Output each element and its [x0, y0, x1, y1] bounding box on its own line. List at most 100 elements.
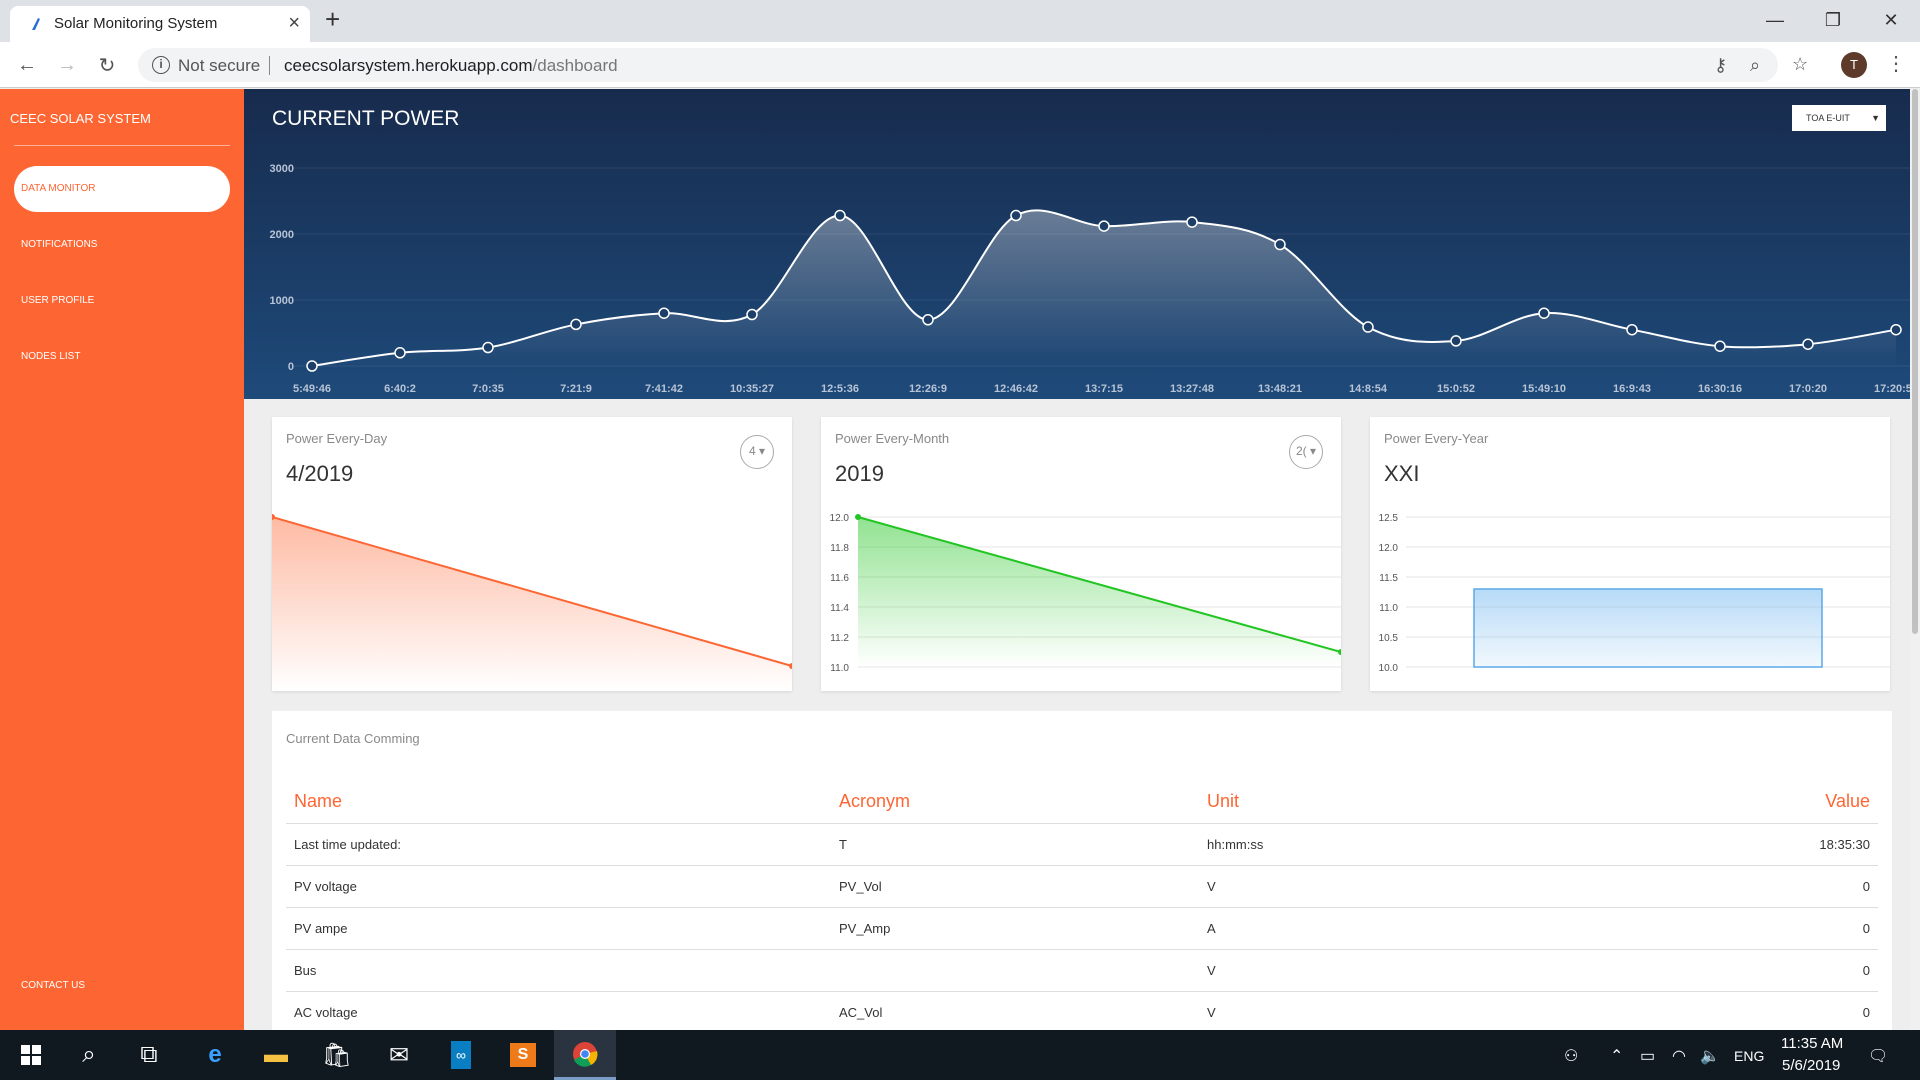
- minimize-icon[interactable]: —: [1746, 0, 1804, 40]
- y-tick-label: 1000: [270, 295, 294, 307]
- table-header-row: Name Acronym Unit Value: [286, 781, 1878, 824]
- select-value: TOA E-UIT: [1806, 113, 1850, 123]
- arduino-icon[interactable]: ∞: [430, 1030, 492, 1080]
- close-window-icon[interactable]: ✕: [1862, 0, 1920, 40]
- menu-dots-icon[interactable]: ⋮: [1886, 51, 1906, 76]
- month-picker-button[interactable]: 2( ▾: [1289, 435, 1323, 469]
- edge-browser-icon[interactable]: e: [184, 1030, 246, 1080]
- day-picker-button[interactable]: 4 ▾: [740, 435, 774, 469]
- bookmark-star-icon[interactable]: ☆: [1792, 54, 1808, 75]
- column-header-unit: Unit: [1199, 781, 1567, 824]
- table-row: AC voltage AC_Vol V 0: [286, 991, 1878, 1034]
- new-tab-icon[interactable]: +: [325, 4, 340, 35]
- browser-tab[interactable]: Solar Monitoring System ×: [10, 6, 310, 42]
- favicon-icon: [32, 18, 40, 30]
- scrollbar-thumb[interactable]: [1912, 89, 1918, 634]
- column-header-name: Name: [286, 781, 831, 824]
- cell-acronym: AC_Vol: [831, 991, 1199, 1034]
- battery-icon[interactable]: ▭: [1640, 1046, 1655, 1066]
- arduino-logo: ∞: [451, 1041, 471, 1069]
- brand-title: CEEC SOLAR SYSTEM: [10, 111, 151, 126]
- chrome-icon[interactable]: [554, 1030, 616, 1080]
- restore-icon[interactable]: ❐: [1804, 0, 1862, 40]
- sidebar-item-user-profile[interactable]: USER PROFILE: [14, 278, 230, 324]
- avatar[interactable]: T: [1841, 52, 1867, 78]
- y-tick-label: 12.0: [1379, 543, 1399, 554]
- main-content: 0 1000 2000 3000 5:49:46 6:40:2 7:0:35 7:21:9 7:…: [244, 89, 1920, 1034]
- close-tab-icon[interactable]: ×: [288, 12, 300, 35]
- sidebar-item-nodes-list[interactable]: NODES LIST: [14, 334, 230, 380]
- y-tick-label: 11.8: [830, 543, 849, 554]
- clock-time[interactable]: 11:35 AM: [1781, 1035, 1843, 1052]
- data-point: [746, 308, 758, 321]
- cell-name: PV ampe: [286, 907, 831, 950]
- cell-value: 0: [1567, 949, 1878, 992]
- reload-icon[interactable]: ↻: [92, 50, 122, 80]
- x-tick-label: 10:35:27: [730, 383, 774, 395]
- cell-acronym: PV_Amp: [831, 907, 1199, 950]
- sidebar: CEEC SOLAR SYSTEM DATA MONITOR NOTIFICAT…: [0, 89, 244, 1030]
- cell-unit: V: [1199, 865, 1567, 908]
- zoom-icon[interactable]: ⌕: [1750, 55, 1760, 76]
- cell-acronym: [831, 949, 1199, 992]
- data-point: [394, 347, 406, 359]
- data-point: [1010, 209, 1022, 222]
- dropdown-arrow-icon: ▼: [1871, 113, 1880, 123]
- cell-acronym: PV_Vol: [831, 865, 1199, 908]
- power-every-year-chart: 10.0 10.5 11.0 11.5 12.0 12.5: [1379, 513, 1890, 674]
- info-icon[interactable]: i: [152, 56, 170, 74]
- people-icon[interactable]: ⚇: [1564, 1046, 1578, 1066]
- y-tick-label: 10.0: [1379, 663, 1399, 674]
- cell-unit: hh:mm:ss: [1199, 823, 1567, 866]
- file-explorer-icon[interactable]: ▬: [245, 1030, 307, 1080]
- store-icon[interactable]: 🛍: [306, 1030, 368, 1080]
- wifi-icon[interactable]: ◠: [1672, 1046, 1686, 1066]
- sublime-text-icon[interactable]: S: [492, 1030, 554, 1080]
- windows-start-icon[interactable]: [0, 1030, 62, 1080]
- x-tick-label: 5:49:46: [293, 383, 331, 395]
- y-tick-label: 11.2: [830, 633, 849, 644]
- y-tick-label: 12.0: [830, 513, 850, 524]
- language-indicator[interactable]: ENG: [1734, 1048, 1764, 1064]
- cell-unit: A: [1199, 907, 1567, 950]
- volume-icon[interactable]: 🔈: [1700, 1046, 1720, 1066]
- task-view-icon[interactable]: ⧉: [118, 1030, 180, 1080]
- separator: [269, 56, 270, 75]
- current-power-panel: 0 1000 2000 3000 5:49:46 6:40:2 7:0:35 7:21:9 7:…: [244, 89, 1910, 399]
- cell-unit: V: [1199, 949, 1567, 992]
- data-point: [1362, 321, 1374, 333]
- key-icon[interactable]: ⚷: [1714, 55, 1727, 76]
- clock-date[interactable]: 5/6/2019: [1782, 1057, 1840, 1074]
- period-select[interactable]: TOA E-UIT ▼: [1792, 105, 1886, 131]
- x-tick-label: 13:48:21: [1258, 383, 1302, 395]
- data-table: Name Acronym Unit Value Last time update…: [286, 781, 1878, 1034]
- page-scrollbar[interactable]: [1910, 89, 1920, 1030]
- search-icon[interactable]: ⌕: [58, 1030, 120, 1080]
- sidebar-item-contact-us[interactable]: CONTACT US: [14, 963, 230, 1009]
- sidebar-item-data-monitor[interactable]: DATA MONITOR: [14, 166, 230, 212]
- url-path: /dashboard: [532, 56, 618, 75]
- back-icon[interactable]: ←: [12, 50, 42, 80]
- x-tick-label: 17:0:20: [1789, 383, 1827, 395]
- data-point: [1450, 335, 1462, 347]
- address-bar[interactable]: i Not secure ceecsolarsystem.herokuapp.c…: [138, 48, 1778, 82]
- cell-value: 18:35:30: [1567, 823, 1878, 866]
- sidebar-item-notifications[interactable]: NOTIFICATIONS: [14, 222, 230, 268]
- data-point: [1538, 307, 1550, 319]
- cell-value: 0: [1567, 865, 1878, 908]
- y-tick-label: 2000: [270, 229, 294, 241]
- notifications-icon[interactable]: 🗨: [1868, 1046, 1888, 1066]
- panel-title: CURRENT POWER: [272, 107, 460, 130]
- browser-tab-bar: Solar Monitoring System × + — ❐ ✕: [0, 0, 1920, 42]
- data-point: [1890, 323, 1902, 336]
- forward-icon[interactable]: →: [52, 50, 82, 80]
- windows-taskbar: ⌕ ⧉ e ▬ 🛍 ✉ ∞ S ⚇ ⌃ ▭ ◠ 🔈 ENG 11:35 AM 5…: [0, 1030, 1920, 1080]
- data-point: [1714, 340, 1726, 352]
- x-tick-label: 7:21:9: [560, 383, 592, 395]
- table-row: PV ampe PV_Amp A 0: [286, 907, 1878, 950]
- area-fill: [272, 517, 792, 691]
- power-every-month-chart: 11.0 11.2 11.4 11.6 11.8 12.0: [830, 513, 1341, 674]
- table-row: Last time updated: T hh:mm:ss 18:35:30: [286, 823, 1878, 866]
- show-hidden-icons-icon[interactable]: ⌃: [1610, 1046, 1623, 1066]
- mail-icon[interactable]: ✉: [368, 1030, 430, 1080]
